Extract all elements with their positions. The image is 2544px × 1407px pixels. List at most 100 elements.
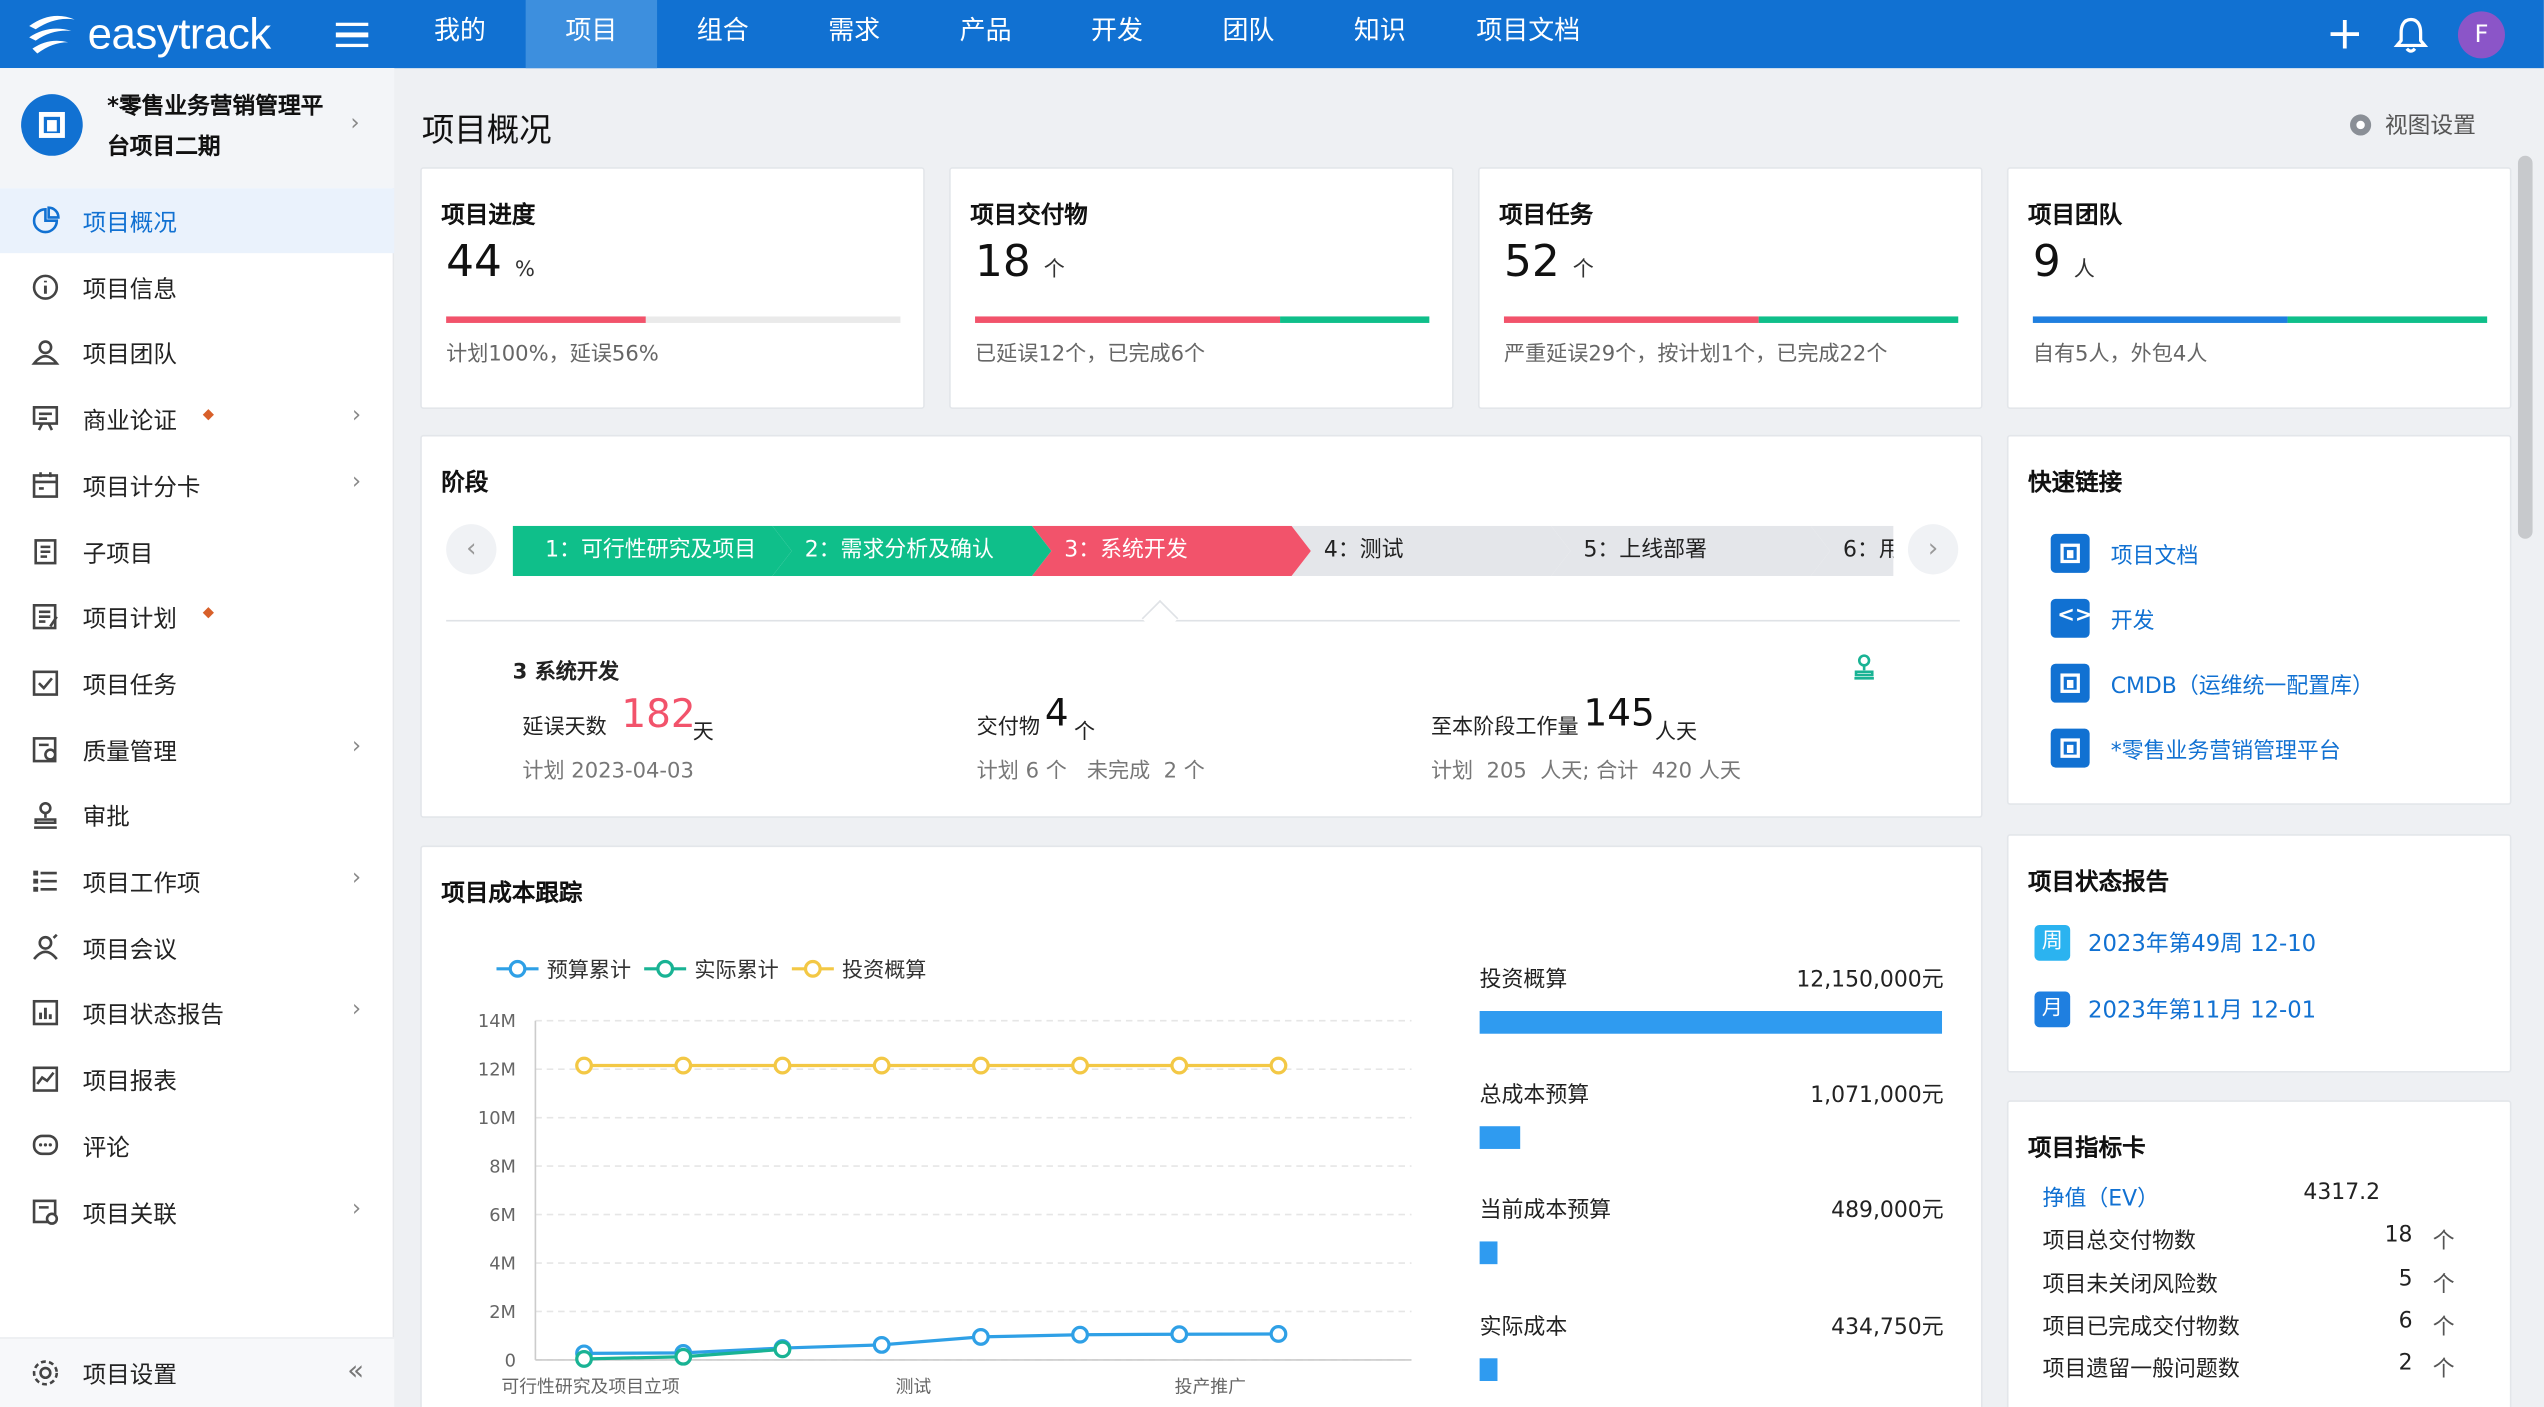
- stage-step-3[interactable]: 3：系统开发: [1032, 526, 1311, 576]
- link-icon: [32, 1198, 59, 1225]
- y-tick-label: 0: [505, 1350, 516, 1371]
- user-avatar[interactable]: F: [2457, 10, 2505, 58]
- stat-card-1: 项目交付物 18 个已延误12个，已完成6个: [949, 167, 1454, 409]
- page-scrollbar[interactable]: [2517, 155, 2533, 539]
- sidebar-item-label: 子项目: [82, 541, 154, 568]
- stat-card-title: 项目团队: [2028, 202, 2123, 229]
- cost-row-value: 1,071,000元: [1810, 1082, 1944, 1109]
- sidebar-item-settings[interactable]: 项目设置 «: [0, 1340, 394, 1405]
- quick-link-3[interactable]: *零售业务营销管理平台: [2050, 727, 2341, 769]
- stat-progress-bar: [975, 316, 1430, 323]
- nav-item-4[interactable]: 产品: [920, 0, 1051, 68]
- effort-unit: 人天: [1654, 720, 1698, 745]
- sidebar-item-9[interactable]: 审批: [0, 783, 394, 848]
- x-tick-label: 投产推广: [1175, 1376, 1246, 1397]
- data-point[interactable]: [575, 1350, 593, 1368]
- quick-link-1[interactable]: <> 开发: [2050, 597, 2155, 639]
- stage-step-2[interactable]: 2：需求分析及确认: [772, 526, 1051, 576]
- sidebar-item-8[interactable]: 质量管理 ›: [0, 717, 394, 782]
- sidebar-item-15[interactable]: 项目关联 ›: [0, 1179, 394, 1244]
- data-point[interactable]: [674, 1347, 693, 1366]
- data-point[interactable]: [1170, 1325, 1189, 1344]
- sidebar-item-2[interactable]: 项目团队: [0, 320, 394, 385]
- data-point[interactable]: [1269, 1056, 1288, 1075]
- view-settings-button[interactable]: 视图设置: [2346, 109, 2476, 141]
- sidebar-item-0[interactable]: 项目概况: [0, 188, 395, 254]
- quick-link-2[interactable]: CMDB（运维统一配置库）: [2050, 662, 2374, 704]
- sidebar-item-1[interactable]: 项目信息: [0, 254, 394, 319]
- sidebar-item-3[interactable]: 商业论证 ◆ ›: [0, 386, 394, 451]
- sidebar-item-14[interactable]: 评论: [0, 1113, 394, 1178]
- legend-marker-icon: [791, 959, 834, 977]
- stat-card-value: 44%: [446, 237, 535, 287]
- quick-links-title: 快速链接: [2028, 470, 2123, 497]
- data-point[interactable]: [1071, 1325, 1089, 1344]
- nav-item-7[interactable]: 知识: [1314, 0, 1445, 68]
- sidebar-item-12[interactable]: 项目状态报告 ›: [0, 981, 394, 1046]
- status-report-item-0[interactable]: 周 2023年第49周 12-10: [2034, 923, 2316, 962]
- stage-next-button[interactable]: ›: [1907, 524, 1959, 575]
- kpi-value: 18: [2384, 1222, 2413, 1249]
- data-point[interactable]: [971, 1056, 990, 1075]
- data-point[interactable]: [872, 1056, 891, 1075]
- bell-icon[interactable]: [2393, 15, 2429, 54]
- nav-item-6[interactable]: 团队: [1183, 0, 1314, 68]
- stage-step-4[interactable]: 4：测试: [1291, 526, 1570, 576]
- data-point[interactable]: [773, 1340, 792, 1359]
- sidebar-item-13[interactable]: 项目报表: [0, 1047, 394, 1112]
- stage-prev-button[interactable]: ‹: [446, 524, 497, 575]
- nav-item-8[interactable]: 项目文档: [1446, 0, 1611, 68]
- stat-value-unit: 人: [2073, 258, 2095, 283]
- data-point[interactable]: [1170, 1056, 1189, 1075]
- kpi-label: 项目未关闭风险数: [2042, 1271, 2218, 1298]
- legend-item-1[interactable]: 实际累计: [644, 953, 779, 983]
- sidebar-item-4[interactable]: 项目计分卡 ›: [0, 452, 394, 517]
- status-report-item-1[interactable]: 月 2023年第11月 12-01: [2034, 990, 2316, 1029]
- quick-link-0[interactable]: 项目文档: [2050, 532, 2198, 574]
- nav-item-0[interactable]: 我的: [394, 0, 525, 68]
- list-icon: [33, 870, 57, 892]
- nav-item-5[interactable]: 开发: [1051, 0, 1182, 68]
- view-settings-label: 视图设置: [2384, 113, 2476, 140]
- sidebar-item-label: 项目计划: [82, 607, 177, 634]
- sidebar-item-11[interactable]: 项目会议: [0, 915, 394, 980]
- project-switcher[interactable]: *零售业务营销管理平台项目二期 ›: [0, 68, 395, 189]
- x-tick-label: 可行性研究及项目立项: [501, 1376, 679, 1397]
- nav-item-1[interactable]: 项目: [525, 0, 658, 69]
- stat-value-unit: 个: [1572, 258, 1594, 283]
- stage-plan-date: 计划 2023-04-03: [522, 759, 694, 784]
- add-icon[interactable]: +: [2326, 11, 2364, 56]
- data-point[interactable]: [1071, 1056, 1089, 1075]
- chevron-right-icon: ›: [352, 468, 362, 495]
- sidebar-item-5[interactable]: 子项目: [0, 518, 394, 583]
- data-point[interactable]: [971, 1327, 990, 1346]
- y-tick-label: 2M: [489, 1302, 516, 1323]
- data-point[interactable]: [773, 1056, 792, 1075]
- stat-progress-segment: [1758, 316, 1959, 323]
- easytrack-logo[interactable]: easytrack: [23, 6, 271, 61]
- legend-item-2[interactable]: 投资概算: [791, 953, 926, 983]
- stage-step-5[interactable]: 5：上线部署: [1551, 526, 1830, 576]
- collapse-sidebar-icon[interactable]: «: [347, 1355, 364, 1387]
- data-point[interactable]: [674, 1056, 693, 1075]
- data-point[interactable]: [1269, 1325, 1288, 1343]
- stage-step-1[interactable]: 1：可行性研究及项目: [513, 526, 792, 576]
- cost-row-value: 434,750元: [1831, 1314, 1944, 1341]
- stat-card-value: 9人: [2033, 237, 2095, 287]
- menu-toggle-icon[interactable]: [334, 16, 370, 52]
- nav-item-2[interactable]: 组合: [657, 0, 788, 68]
- stamp-icon[interactable]: [1853, 654, 1876, 680]
- sidebar-item-label: 项目概况: [82, 210, 177, 237]
- y-tick-label: 10M: [478, 1108, 516, 1129]
- sidebar-item-label: 项目关联: [82, 1201, 177, 1228]
- sidebar-item-6[interactable]: 项目计划 ◆: [0, 585, 394, 650]
- sidebar-item-10[interactable]: 项目工作项 ›: [0, 849, 394, 914]
- legend-item-0[interactable]: 预算累计: [496, 953, 631, 983]
- sidebar-item-7[interactable]: 项目任务: [0, 651, 394, 716]
- nav-item-3[interactable]: 需求: [788, 0, 919, 68]
- data-point[interactable]: [872, 1335, 891, 1354]
- kpi-unit: 个: [2432, 1228, 2455, 1255]
- data-point[interactable]: [575, 1056, 593, 1075]
- kpi-row-0[interactable]: 挣值（EV） 4317.2: [2043, 1180, 2481, 1219]
- sidebar-item-label: 质量管理: [82, 739, 177, 766]
